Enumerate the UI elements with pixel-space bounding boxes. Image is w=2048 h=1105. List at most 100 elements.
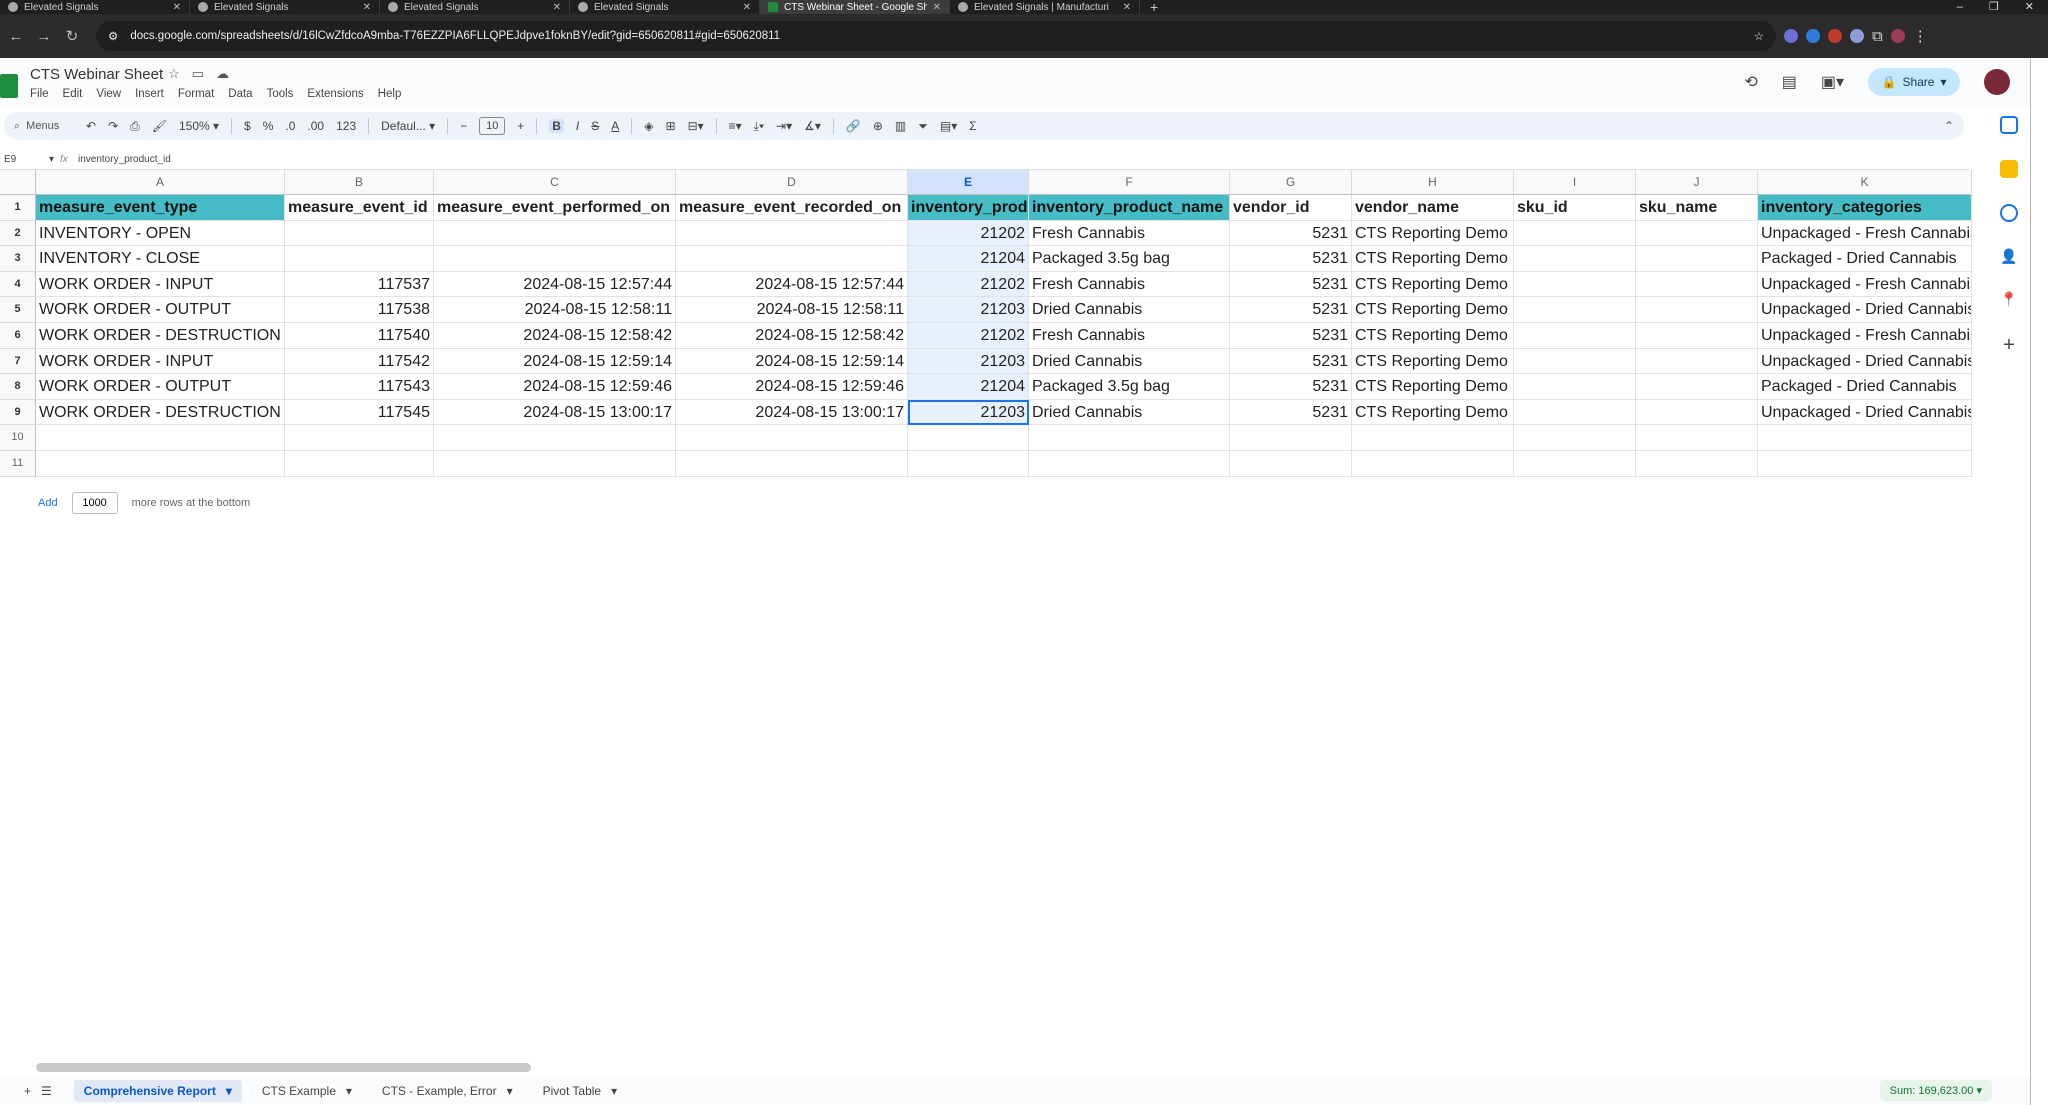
grid-cell[interactable]: 5231 — [1230, 322, 1352, 349]
grid-cell[interactable]: inventory_product_name — [1029, 195, 1230, 221]
menu-format[interactable]: Format — [178, 88, 214, 100]
insert-link-icon[interactable]: 🔗 — [846, 119, 861, 133]
grid-cell[interactable]: sku_name — [1636, 195, 1758, 221]
sheets-logo-icon[interactable] — [0, 74, 18, 98]
sheet-tab-cts-example[interactable]: CTS Example ▾ — [252, 1080, 362, 1102]
browser-tab-1[interactable]: Elevated Signals ✕ — [0, 0, 190, 14]
grid-cell[interactable]: Dried Cannabis — [1029, 297, 1230, 323]
extension-icon[interactable] — [1784, 29, 1798, 43]
grid-cell[interactable]: 5231 — [1230, 220, 1352, 247]
menu-file[interactable]: File — [30, 88, 49, 100]
grid-cell[interactable] — [908, 425, 1029, 451]
merge-cells-icon[interactable]: ⊟▾ — [688, 119, 704, 133]
print-icon[interactable]: ⎙ — [130, 119, 140, 134]
text-rotation-icon[interactable]: ∡▾ — [804, 119, 821, 133]
grid-cell[interactable] — [1636, 374, 1758, 400]
decrease-decimal-button[interactable]: .0 — [285, 119, 295, 133]
grid-cell[interactable] — [1636, 450, 1758, 477]
functions-button[interactable]: Σ — [969, 119, 976, 133]
grid-cell[interactable] — [1636, 220, 1758, 247]
grid-cell[interactable]: Unpackaged - Dried Cannabis — [1758, 297, 1972, 323]
grid-cell[interactable]: 2024-08-15 12:59:46 — [434, 374, 676, 400]
grid-cell[interactable]: inventory_categories — [1758, 195, 1972, 221]
grid-cell[interactable] — [36, 425, 285, 451]
menus-search[interactable]: ⌕ Menus — [14, 120, 74, 133]
grid-cell[interactable]: 2024-08-15 12:59:14 — [434, 348, 676, 375]
new-tab-icon[interactable]: + — [1140, 0, 1168, 14]
grid-cell[interactable]: 5231 — [1230, 374, 1352, 400]
meet-icon[interactable]: ▣▾ — [1821, 72, 1844, 92]
grid-cell[interactable] — [1514, 399, 1636, 426]
italic-button[interactable]: I — [576, 119, 579, 133]
grid-cell[interactable] — [1514, 297, 1636, 323]
grid-cell[interactable]: 2024-08-15 13:00:17 — [434, 399, 676, 426]
calendar-icon[interactable] — [2000, 116, 2018, 134]
sheet-tab-pivot-table[interactable]: Pivot Table ▾ — [533, 1080, 628, 1102]
keep-icon[interactable] — [2000, 160, 2018, 178]
grid-cell[interactable]: Packaged - Dried Cannabis — [1758, 246, 1972, 272]
extension-icon[interactable] — [1850, 29, 1864, 43]
grid-cell[interactable] — [1636, 322, 1758, 349]
insert-comment-icon[interactable]: ⊕ — [873, 119, 883, 133]
site-info-icon[interactable]: ⚙ — [108, 29, 118, 43]
grid-cell[interactable]: 117545 — [285, 399, 434, 426]
sheet-tab-comprehensive-report[interactable]: Comprehensive Report ▾ — [73, 1079, 242, 1102]
grid-cell[interactable]: CTS Reporting Demo — [1352, 271, 1514, 298]
grid-cell[interactable] — [285, 220, 434, 247]
grid-cell[interactable]: inventory_prod — [908, 195, 1029, 221]
column-header-k[interactable]: K — [1758, 170, 1972, 195]
puzzle-icon[interactable]: ⧉ — [1872, 28, 1883, 45]
grid-cell[interactable]: Packaged 3.5g bag — [1029, 246, 1230, 272]
close-tab-icon[interactable]: ✕ — [363, 2, 371, 13]
grid-cell[interactable]: 21203 — [908, 348, 1029, 375]
grid-cell[interactable] — [1514, 450, 1636, 477]
font-size-input[interactable]: 10 — [479, 117, 506, 135]
borders-icon[interactable]: ⊞ — [666, 119, 676, 133]
share-button[interactable]: 🔒 Share ▾ — [1868, 68, 1960, 96]
grid-cell[interactable] — [1636, 348, 1758, 375]
bold-button[interactable]: B — [549, 119, 564, 133]
grid-cell[interactable]: 2024-08-15 12:58:11 — [676, 297, 908, 323]
grid-cell[interactable] — [1514, 322, 1636, 349]
grid-cell[interactable]: 21203 — [908, 297, 1029, 323]
grid-cell[interactable]: measure_event_performed_on — [434, 195, 676, 221]
move-folder-icon[interactable]: ▭ — [192, 66, 204, 82]
grid-cell[interactable]: 2024-08-15 12:58:42 — [676, 322, 908, 349]
grid-cell[interactable] — [434, 220, 676, 247]
grid-cell[interactable]: Unpackaged - Dried Cannabis — [1758, 399, 1972, 426]
maximize-icon[interactable]: ❐ — [1989, 0, 1999, 14]
grid-cell[interactable] — [285, 246, 434, 272]
browser-tab-2[interactable]: Elevated Signals ✕ — [190, 0, 380, 14]
minimize-icon[interactable]: – — [1957, 0, 1963, 14]
grid-cell[interactable] — [1636, 271, 1758, 298]
extension-icon[interactable] — [1828, 29, 1842, 43]
grid-cell[interactable] — [1514, 220, 1636, 247]
grid-cell[interactable]: 2024-08-15 12:59:46 — [676, 374, 908, 400]
menu-extensions[interactable]: Extensions — [307, 88, 363, 100]
grid-cell[interactable]: Fresh Cannabis — [1029, 271, 1230, 298]
grid-cell[interactable]: Packaged 3.5g bag — [1029, 374, 1230, 400]
grid-cell[interactable] — [434, 425, 676, 451]
close-tab-icon[interactable]: ✕ — [1123, 2, 1131, 13]
star-icon[interactable]: ☆ — [168, 66, 180, 82]
grid-cell[interactable] — [1636, 425, 1758, 451]
menu-tools[interactable]: Tools — [267, 88, 294, 100]
browser-tab-3[interactable]: Elevated Signals ✕ — [380, 0, 570, 14]
bookmark-star-icon[interactable]: ☆ — [1754, 29, 1764, 43]
row-header[interactable]: 5 — [0, 297, 36, 323]
grid-cell[interactable]: 5231 — [1230, 297, 1352, 323]
grid-cell[interactable]: 2024-08-15 12:57:44 — [434, 271, 676, 298]
grid-cell[interactable]: WORK ORDER - INPUT — [36, 348, 285, 375]
font-select[interactable]: Defaul... ▾ — [381, 119, 435, 133]
grid-cell[interactable] — [285, 450, 434, 477]
grid-cell[interactable] — [1230, 450, 1352, 477]
grid-cell[interactable]: WORK ORDER - INPUT — [36, 271, 285, 298]
column-header-e[interactable]: E — [908, 170, 1029, 195]
column-header-f[interactable]: F — [1029, 170, 1230, 195]
grid-cell[interactable]: Dried Cannabis — [1029, 399, 1230, 426]
grid-cell[interactable]: Unpackaged - Fresh Cannabis — [1758, 220, 1972, 247]
horizontal-scrollbar[interactable] — [36, 1063, 531, 1072]
row-header[interactable]: 1 — [0, 195, 36, 221]
grid-cell[interactable]: CTS Reporting Demo — [1352, 246, 1514, 272]
grid-cell[interactable] — [1636, 246, 1758, 272]
